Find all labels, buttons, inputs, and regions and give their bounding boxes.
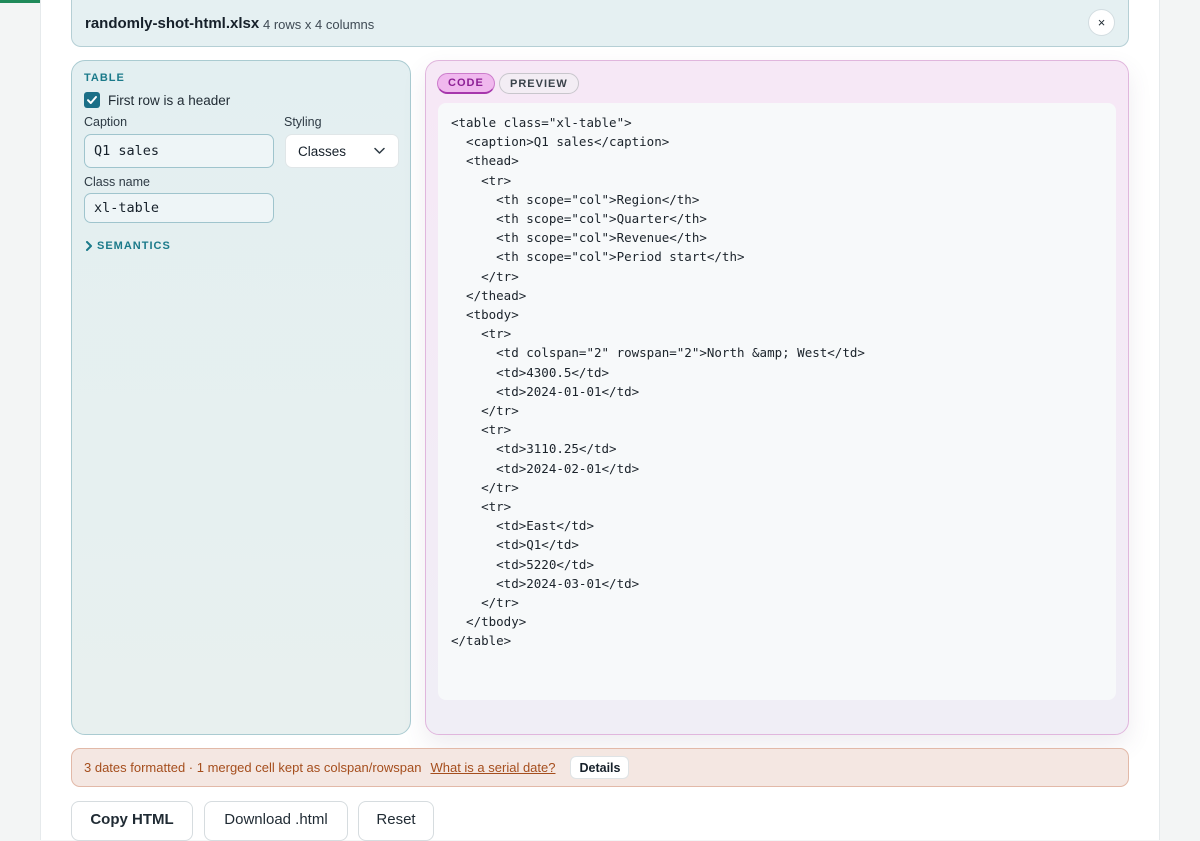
- classname-input[interactable]: xl-table: [84, 193, 274, 223]
- styling-select-value: Classes: [298, 143, 347, 159]
- download-html-button[interactable]: Download .html: [204, 801, 348, 841]
- output-panel: CODE PREVIEW <table class="xl-table"> <c…: [425, 60, 1129, 735]
- caption-label: Caption: [84, 115, 128, 129]
- header-row-option[interactable]: First row is a header: [84, 92, 230, 108]
- notice-bar: 3 dates formatted · 1 merged cell kept a…: [71, 748, 1129, 787]
- reset-button[interactable]: Reset: [358, 801, 434, 841]
- semantics-toggle[interactable]: SEMANTICS: [85, 240, 171, 252]
- tab-preview[interactable]: PREVIEW: [499, 73, 579, 94]
- table-settings-panel: TABLE First row is a header Caption Q1 s…: [71, 60, 411, 735]
- classname-label: Class name: [84, 175, 150, 189]
- styling-label: Styling: [284, 115, 322, 129]
- notice-text: 3 dates formatted · 1 merged cell kept a…: [84, 760, 422, 775]
- caption-input[interactable]: Q1 sales: [84, 134, 274, 168]
- header-row-label: First row is a header: [108, 92, 231, 108]
- section-title-table: TABLE: [84, 72, 125, 84]
- details-button[interactable]: Details: [570, 756, 630, 779]
- header-row-checkbox[interactable]: [84, 92, 100, 108]
- semantics-label: SEMANTICS: [97, 240, 171, 252]
- code-text: <table class="xl-table"> <caption>Q1 sal…: [451, 115, 865, 649]
- close-file-button[interactable]: ×: [1088, 9, 1115, 36]
- chevron-down-icon: [374, 147, 385, 154]
- file-bar: randomly-shot-html.xlsx 4 rows x 4 colum…: [71, 0, 1129, 47]
- checkmark-icon: [87, 96, 97, 104]
- close-icon: ×: [1097, 15, 1106, 30]
- serial-date-help-link[interactable]: What is a serial date?: [430, 760, 555, 775]
- copy-html-button[interactable]: Copy HTML: [71, 801, 193, 841]
- tab-code[interactable]: CODE: [437, 73, 495, 94]
- file-meta: 4 rows x 4 columns: [263, 17, 375, 32]
- styling-select[interactable]: Classes: [285, 134, 399, 168]
- file-name: randomly-shot-html.xlsx: [85, 15, 260, 32]
- chevron-right-icon: [86, 241, 92, 251]
- code-view[interactable]: <table class="xl-table"> <caption>Q1 sal…: [438, 103, 1116, 700]
